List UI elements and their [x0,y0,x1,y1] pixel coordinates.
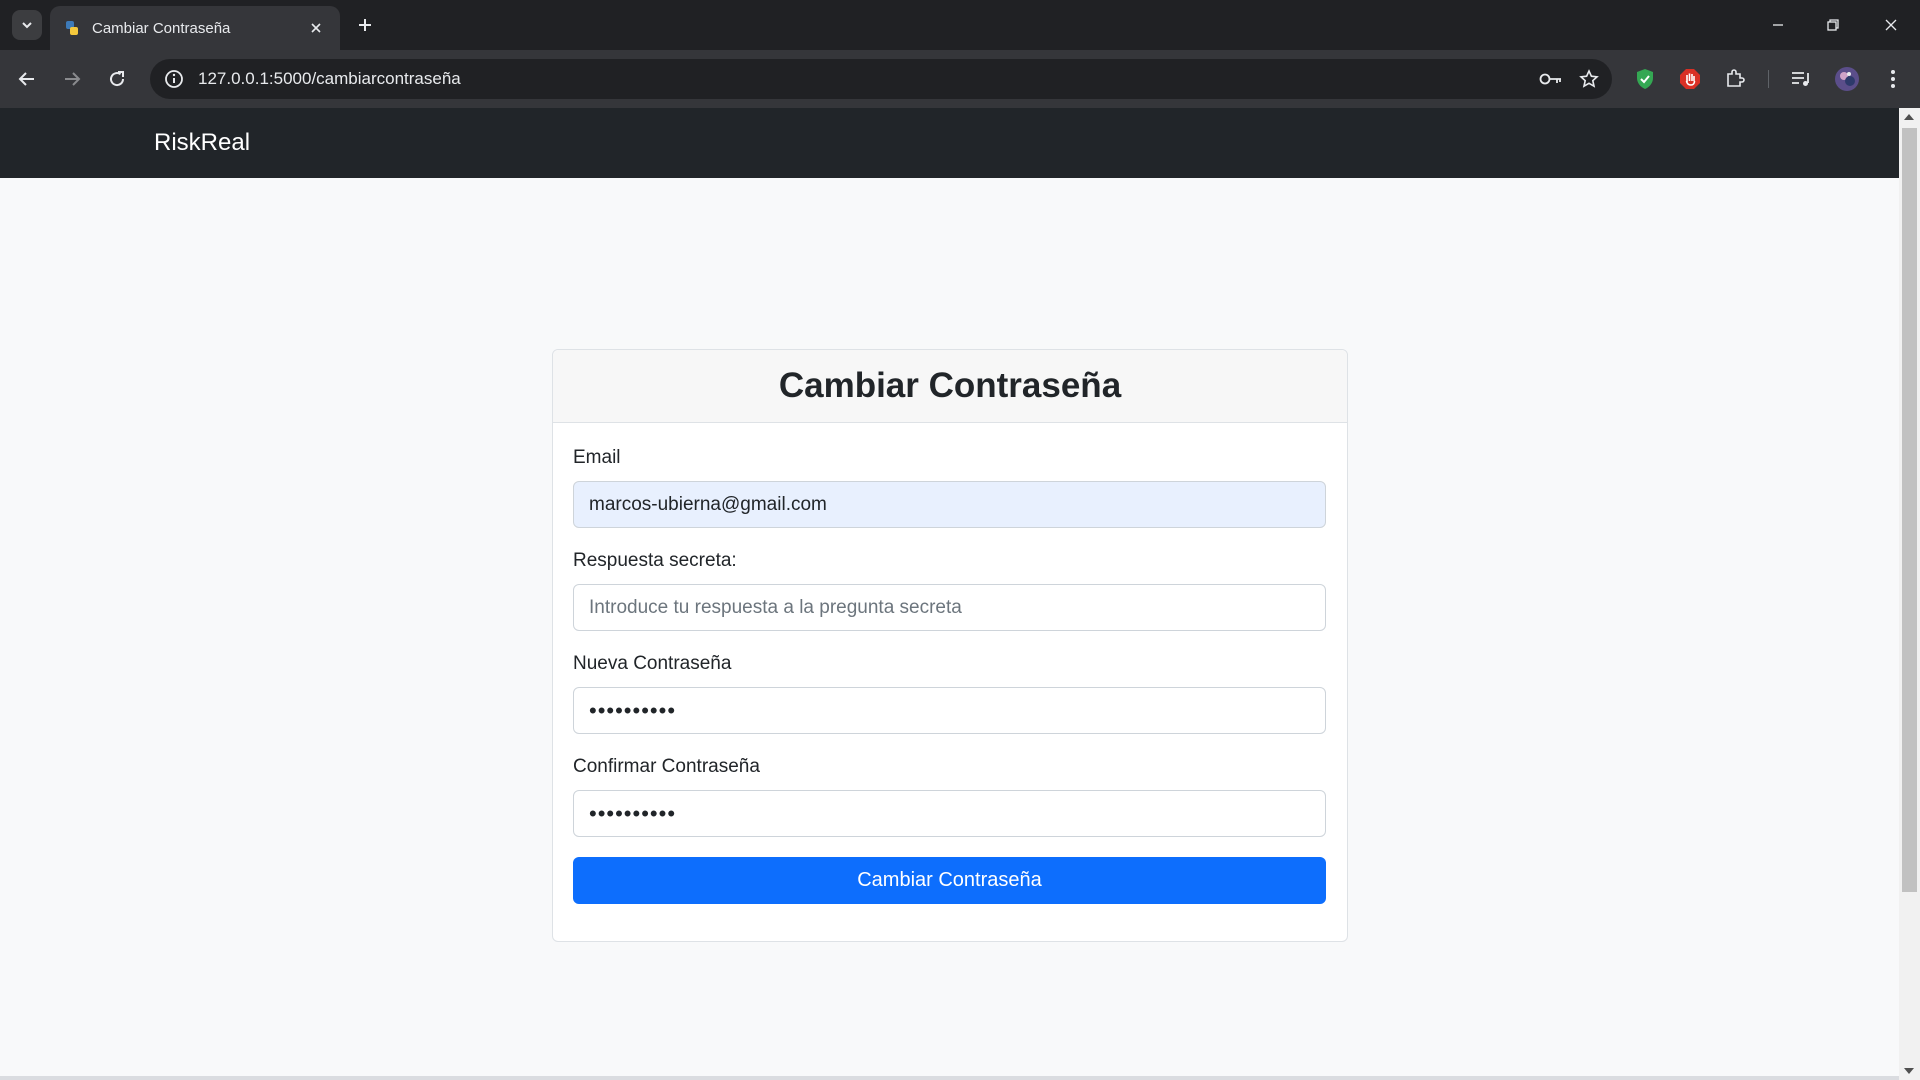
minimize-button[interactable] [1763,10,1793,40]
change-password-form: Email Respuesta secreta: Nueva Contraseñ… [553,423,1347,924]
kebab-menu-icon [1891,70,1895,88]
arrow-left-icon [18,72,34,86]
arrow-right-icon [65,72,81,86]
browser-menu-button[interactable] [1878,64,1908,94]
media-controls-button[interactable] [1786,64,1816,94]
change-password-button[interactable]: Cambiar Contraseña [573,857,1326,904]
address-bar[interactable]: 127.0.0.1:5000/cambiarcontraseña [150,59,1612,99]
shield-check-icon [1637,69,1653,89]
browser-toolbar: 127.0.0.1:5000/cambiarcontraseña [0,50,1920,108]
restore-icon [1827,19,1839,31]
navbar-brand[interactable]: RiskReal [154,129,250,157]
python-favicon-icon [66,21,78,35]
tab-title: Cambiar Contraseña [92,19,231,37]
reload-button[interactable] [102,64,132,94]
forward-button[interactable] [57,64,87,94]
new-password-label: Nueva Contraseña [573,653,732,674]
key-icon [1539,73,1561,85]
browser-tab[interactable]: Cambiar Contraseña [50,6,340,50]
close-icon [1885,19,1897,31]
adblock-extension-button[interactable] [1675,64,1705,94]
close-icon [311,23,321,33]
secret-answer-group: Respuesta secreta: [573,550,1327,631]
page-title: Cambiar Contraseña [778,366,1122,405]
new-password-group: Nueva Contraseña [573,653,1327,734]
plus-icon [359,19,371,31]
page-scrollbar[interactable] [1899,108,1920,1080]
bookmark-button[interactable] [1574,64,1604,94]
media-queue-icon [1792,72,1809,86]
scroll-up-arrow[interactable] [1904,114,1914,120]
site-navbar: RiskReal [0,108,1899,178]
card-header: Cambiar Contraseña [553,350,1347,423]
minimize-icon [1773,24,1783,26]
restore-button[interactable] [1818,10,1848,40]
confirm-password-field[interactable] [573,790,1326,837]
reload-icon [110,71,125,87]
secret-answer-field[interactable] [573,584,1326,631]
secret-answer-label: Respuesta secreta: [573,550,737,571]
profile-button[interactable] [1832,64,1862,94]
email-field[interactable] [573,481,1326,528]
url-text: 127.0.0.1:5000/cambiarcontraseña [198,69,461,88]
avatar [1835,67,1859,91]
puzzle-icon [1727,69,1745,87]
browser-tabstrip: Cambiar Contraseña [0,0,1920,50]
scroll-down-arrow[interactable] [1904,1068,1914,1074]
email-group: Email [573,447,1327,528]
new-tab-button[interactable] [352,12,378,38]
info-icon [165,70,183,88]
tab-search-button[interactable] [12,10,42,40]
extensions-button[interactable] [1720,64,1750,94]
new-password-field[interactable] [573,687,1326,734]
change-password-card: Cambiar Contraseña Email Respuesta secre… [552,349,1348,942]
stop-hand-icon [1680,69,1700,89]
star-icon [1579,69,1599,88]
chevron-down-icon [22,22,32,29]
shield-extension-button[interactable] [1630,64,1660,94]
email-label: Email [573,447,621,468]
password-manager-button[interactable] [1536,64,1566,94]
window-bottom-edge [0,1076,1899,1080]
site-info-button[interactable] [162,67,186,91]
back-button[interactable] [12,64,42,94]
tab-close-button[interactable] [306,18,326,38]
confirm-password-label: Confirmar Contraseña [573,756,760,777]
page-viewport: RiskReal Cambiar Contraseña Email Respue… [0,108,1899,1080]
close-window-button[interactable] [1876,10,1906,40]
scroll-thumb[interactable] [1902,128,1917,892]
confirm-password-group: Confirmar Contraseña [573,756,1327,837]
toolbar-separator [1768,70,1769,88]
